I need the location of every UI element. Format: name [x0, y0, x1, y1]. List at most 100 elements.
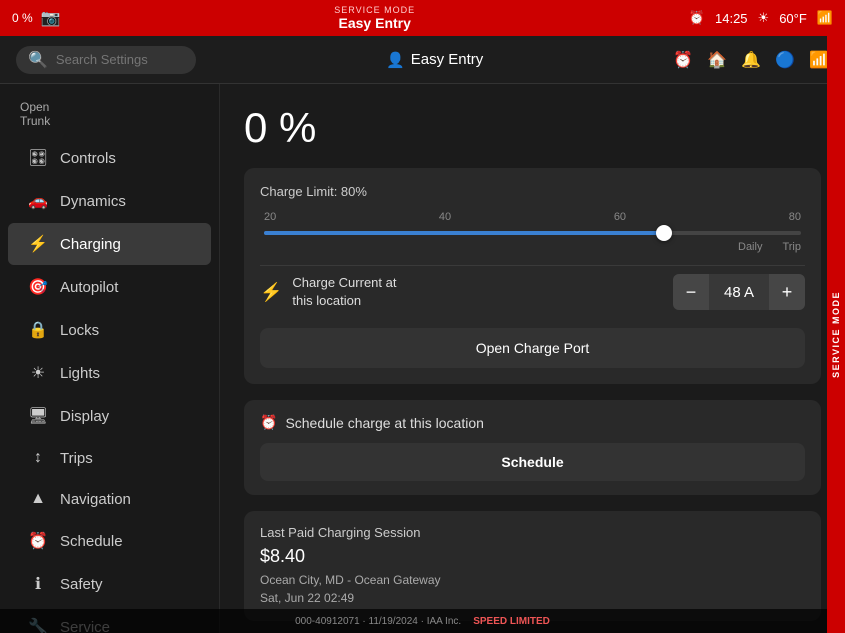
sidebar-item-charging[interactable]: ⚡ Charging [8, 223, 211, 265]
lights-label: Lights [60, 365, 100, 382]
autopilot-icon: 🎯 [28, 277, 48, 297]
signal-icon: 📶 [809, 50, 829, 70]
slider-mark-60: 60 [614, 211, 626, 223]
status-bar-right: ⏰ 14:25 ☀ 60°F 📶 [689, 10, 833, 26]
sun-icon: ☀ [758, 10, 770, 26]
schedule-section: ⏰ Schedule charge at this location Sched… [244, 400, 821, 495]
safety-label: Safety [60, 576, 103, 593]
clock-icon: ⏰ [689, 10, 705, 26]
sidebar-item-schedule[interactable]: ⏰ Schedule [8, 520, 211, 562]
slider-mark-40: 40 [439, 211, 451, 223]
camera-icon: 📷 [41, 8, 61, 28]
header-center: 👤 Easy Entry [212, 51, 657, 69]
wifi-icon: 📶 [817, 10, 833, 26]
charge-current-increase-button[interactable]: + [769, 274, 805, 310]
preset-trip[interactable]: Trip [782, 241, 801, 253]
last-session-place: Ocean City, MD - Ocean Gateway [260, 573, 441, 587]
preset-daily[interactable]: Daily [738, 241, 762, 253]
sidebar-item-locks[interactable]: 🔒 Locks [8, 309, 211, 351]
search-icon: 🔍 [28, 50, 48, 70]
charge-current-control: − 48 A + [673, 274, 805, 310]
schedule-icon: ⏰ [28, 531, 48, 551]
sidebar-item-autopilot[interactable]: 🎯 Autopilot [8, 266, 211, 308]
schedule-button[interactable]: Schedule [260, 443, 805, 481]
trips-label: Trips [60, 450, 93, 467]
content-split: OpenTrunk 🎛 Controls 🚗 Dynamics ⚡ Chargi… [0, 84, 845, 633]
sidebar-item-dynamics[interactable]: 🚗 Dynamics [8, 180, 211, 222]
header-icons: ⏰ 🏠 🔔 🔵 📶 [673, 50, 829, 70]
sidebar-item-safety[interactable]: ℹ Safety [8, 563, 211, 605]
dynamics-label: Dynamics [60, 193, 126, 210]
bluetooth-icon[interactable]: 🔵 [775, 50, 795, 70]
last-session-date: Sat, Jun 22 02:49 [260, 591, 354, 605]
sidebar-item-navigation[interactable]: ▲ Navigation [8, 479, 211, 519]
charge-current-row: ⚡ Charge Current atthis location − 48 A … [260, 265, 805, 318]
last-session-location: Ocean City, MD - Ocean Gateway Sat, Jun … [260, 571, 805, 607]
charge-current-label: Charge Current atthis location [292, 274, 396, 310]
open-trunk-label: OpenTrunk [20, 100, 199, 128]
last-session-title: Last Paid Charging Session [260, 525, 805, 540]
last-paid-session: Last Paid Charging Session $8.40 Ocean C… [244, 511, 821, 621]
bottom-bar-text: 000-40912071 · 11/19/2024 · IAA Inc. [295, 616, 461, 627]
trips-icon: ↕ [28, 449, 48, 467]
battery-percent-display: 0 % [244, 104, 821, 152]
slider-presets: Daily Trip [260, 241, 805, 253]
charge-card: Charge Limit: 80% 20 40 60 80 Daily [244, 168, 821, 384]
sidebar-item-display[interactable]: 🖥 Display [8, 395, 211, 437]
display-icon: 🖥 [28, 406, 48, 426]
bell-icon[interactable]: 🔔 [741, 50, 761, 70]
charge-current-info: ⚡ Charge Current atthis location [260, 274, 396, 310]
main-panel: 0 % Charge Limit: 80% 20 40 60 80 [220, 84, 845, 633]
charging-icon: ⚡ [28, 234, 48, 254]
schedule-title: Schedule charge at this location [285, 415, 483, 431]
clock-schedule-icon: ⏰ [260, 414, 277, 431]
slider-thumb[interactable] [656, 225, 672, 241]
header-bar: 🔍 👤 Easy Entry ⏰ 🏠 🔔 🔵 📶 [0, 36, 845, 84]
slider-track [264, 231, 801, 235]
status-bar-left: 0 % 📷 [12, 8, 61, 28]
temperature-display: 60°F [779, 11, 807, 26]
sidebar-item-controls[interactable]: 🎛 Controls [8, 137, 211, 179]
last-session-amount: $8.40 [260, 546, 805, 567]
time-display: 14:25 [715, 11, 748, 26]
charge-plug-icon: ⚡ [260, 282, 282, 303]
schedule-header: ⏰ Schedule charge at this location [260, 414, 805, 431]
locks-label: Locks [60, 322, 99, 339]
charge-current-value: 48 A [709, 284, 769, 301]
header-title: Easy Entry [411, 51, 484, 68]
sidebar-item-lights[interactable]: ☀ Lights [8, 352, 211, 394]
schedule-label: Schedule [60, 533, 123, 550]
display-label: Display [60, 408, 109, 425]
open-trunk-area: OpenTrunk [0, 92, 219, 136]
service-mode-sidebar: SERVICE MODE [827, 36, 845, 633]
bottom-bar: 000-40912071 · 11/19/2024 · IAA Inc. SPE… [0, 609, 845, 633]
bottom-bar-speed-limited: SPEED LIMITED [473, 616, 550, 627]
main-area: 🔍 👤 Easy Entry ⏰ 🏠 🔔 🔵 📶 OpenTrunk 🎛 Con… [0, 36, 845, 633]
slider-labels: 20 40 60 80 [260, 211, 805, 227]
safety-icon: ℹ [28, 574, 48, 594]
controls-label: Controls [60, 150, 116, 167]
sidebar: OpenTrunk 🎛 Controls 🚗 Dynamics ⚡ Chargi… [0, 84, 220, 633]
home-icon[interactable]: 🏠 [707, 50, 727, 70]
autopilot-label: Autopilot [60, 279, 118, 296]
navigation-icon: ▲ [28, 490, 48, 508]
navigation-label: Navigation [60, 491, 131, 508]
battery-percentage: 0 % [12, 11, 33, 25]
slider-mark-20: 20 [264, 211, 276, 223]
search-input[interactable] [56, 52, 186, 67]
controls-icon: 🎛 [28, 148, 48, 168]
status-bar: 0 % 📷 SERVICE MODE Easy Entry ⏰ 14:25 ☀ … [0, 0, 845, 36]
sidebar-item-trips[interactable]: ↕ Trips [8, 438, 211, 478]
open-charge-port-button[interactable]: Open Charge Port [260, 328, 805, 368]
status-bar-center: SERVICE MODE Easy Entry [334, 5, 415, 31]
alarm-icon[interactable]: ⏰ [673, 50, 693, 70]
charge-limit-label: Charge Limit: 80% [260, 184, 805, 199]
charge-current-decrease-button[interactable]: − [673, 274, 709, 310]
charge-slider-container[interactable]: 20 40 60 80 Daily Trip [260, 211, 805, 253]
slider-mark-80: 80 [789, 211, 801, 223]
lights-icon: ☀ [28, 363, 48, 383]
easy-entry-status: Easy Entry [339, 15, 411, 31]
slider-fill [264, 231, 667, 235]
profile-icon: 👤 [386, 51, 405, 69]
search-box[interactable]: 🔍 [16, 46, 196, 74]
